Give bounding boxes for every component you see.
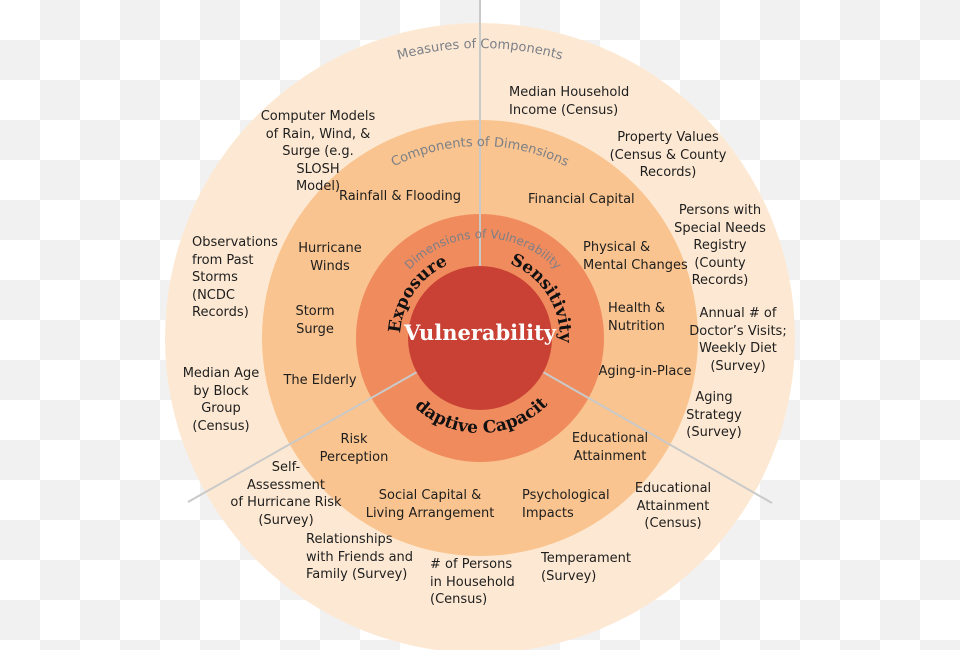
component-health-nutrition: Health & Nutrition: [608, 301, 665, 334]
component-physical-mental-changes: Physical & Mental Changes: [583, 240, 688, 273]
measure-median-household-income: Median Household Income (Census): [509, 85, 630, 118]
measure-past-storms: Observations from Past Storms (NCDC Reco…: [192, 235, 278, 320]
measure-aging-strategy: Aging Strategy (Survey): [686, 390, 742, 440]
component-storm-surge: Storm Surge: [295, 304, 335, 337]
component-financial-capital: Financial Capital: [528, 192, 635, 207]
measure-persons-in-household: # of Persons in Household (Census): [430, 557, 515, 607]
component-the-elderly: The Elderly: [283, 373, 357, 388]
measure-property-values: Property Values (Census & County Records…: [609, 130, 727, 180]
component-psychological-impacts: Psychological Impacts: [522, 488, 610, 521]
measure-doctors-visits-diet: Annual # of Doctor’s Visits; Weekly Diet…: [689, 306, 787, 374]
component-educational-attainment: Educational Attainment: [571, 431, 649, 464]
measure-self-assessment: Self- Assessment of Hurricane Risk (Surv…: [230, 460, 342, 528]
component-hurricane-winds: Hurricane Winds: [298, 241, 362, 274]
measure-relationships: Relationships with Friends and Family (S…: [306, 532, 414, 582]
component-social-capital: Social Capital & Living Arrangement: [365, 488, 495, 521]
component-aging-in-place: Aging-in-Place: [598, 364, 692, 379]
measure-median-age: Median Age by Block Group (Census): [182, 366, 260, 434]
core-label: Vulnerability: [403, 320, 557, 345]
measure-temperament: Temperament (Survey): [541, 551, 631, 584]
measure-special-needs-registry: Persons with Special Needs Registry (Cou…: [674, 203, 766, 288]
measure-computer-models: Computer Models of Rain, Wind, & Surge (…: [260, 109, 376, 194]
measure-educational-attainment: Educational Attainment (Census): [634, 481, 712, 531]
